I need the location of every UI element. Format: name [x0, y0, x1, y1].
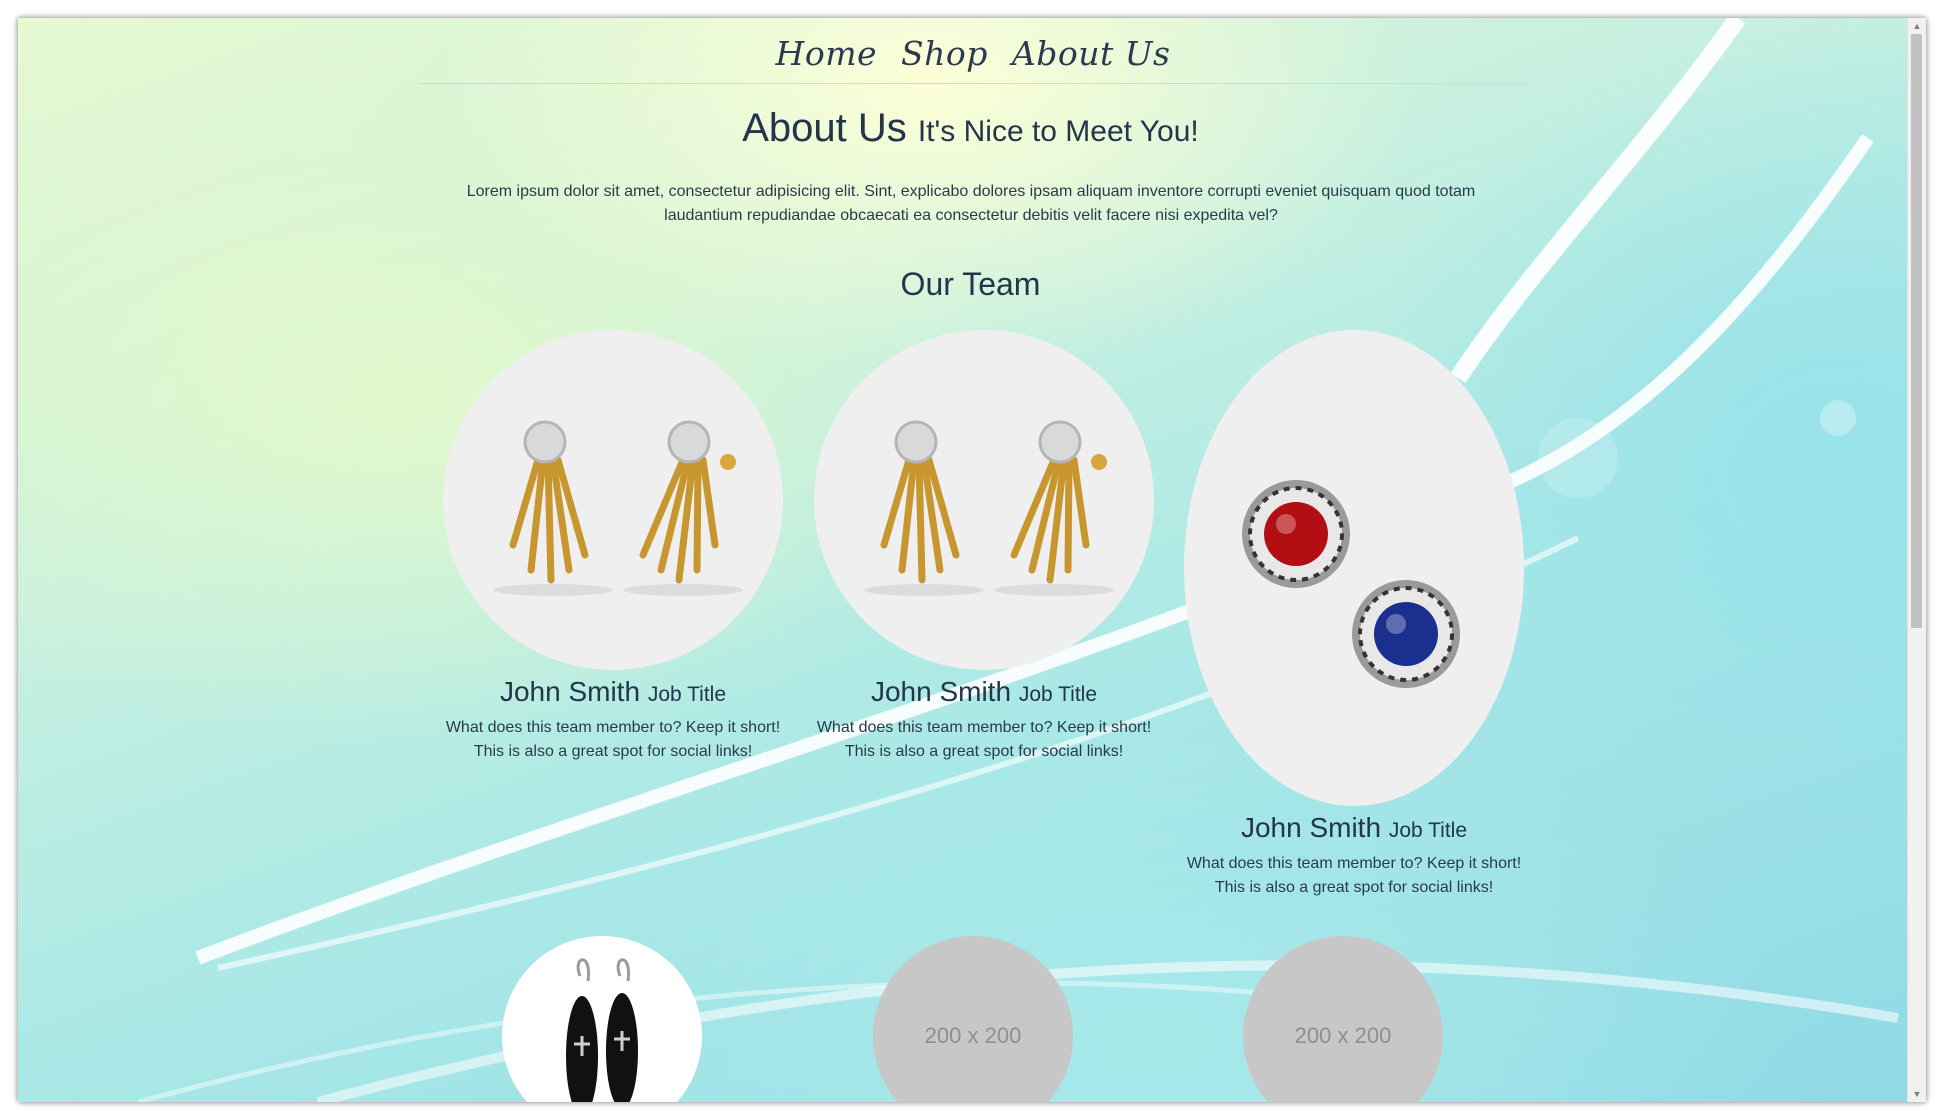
intro-paragraph: Lorem ipsum dolor sit amet, consectetur …	[466, 183, 1476, 224]
team-member-card: John Smith Job Title What does this team…	[804, 330, 1164, 764]
team-heading: Our Team	[900, 266, 1041, 302]
team-member-photo-gold-earrings	[814, 330, 1154, 670]
black-earrings-image	[566, 958, 638, 1102]
page-content: Home Shop About Us About Us It's Nice to…	[18, 18, 1908, 1102]
vertical-scrollbar[interactable]: ▲ ▼	[1907, 18, 1926, 1102]
top-navbar: Home Shop About Us	[418, 18, 1528, 84]
scroll-down-arrow-icon[interactable]: ▼	[1908, 1086, 1926, 1102]
gold-earrings-image	[864, 420, 1114, 596]
scroll-up-arrow-icon[interactable]: ▲	[1908, 18, 1926, 34]
team-member-description: What does this team member to? Keep it s…	[816, 719, 1152, 760]
browser-viewport: Home Shop About Us About Us It's Nice to…	[18, 18, 1926, 1102]
team-member-name: John Smith Job Title	[433, 676, 793, 708]
scrollbar-thumb[interactable]	[1911, 34, 1922, 628]
team-member-name: John Smith Job Title	[804, 676, 1164, 708]
member-job-title: Job Title	[1018, 683, 1098, 706]
team-thumb-black-earrings	[502, 936, 702, 1102]
nav-link-home[interactable]: Home	[776, 34, 877, 73]
member-name-text: John Smith	[1240, 812, 1382, 843]
team-member-photo-gold-earrings	[443, 330, 783, 670]
member-name-text: John Smith	[870, 676, 1012, 707]
team-member-name: John Smith Job Title	[1174, 812, 1534, 844]
member-name-text: John Smith	[499, 676, 641, 707]
member-job-title: Job Title	[1388, 819, 1468, 842]
page-title: About Us It's Nice to Meet You!	[18, 106, 1923, 151]
team-member-photo-gem-earrings	[1184, 330, 1524, 806]
nav-link-about-us[interactable]: About Us	[1012, 34, 1171, 73]
team-member-card: John Smith Job Title What does this team…	[433, 330, 793, 764]
team-thumb-placeholder: 200 x 200	[873, 936, 1073, 1102]
member-job-title: Job Title	[647, 683, 727, 706]
nav-link-shop[interactable]: Shop	[901, 34, 988, 73]
gem-earrings-image	[1242, 480, 1460, 688]
page-title-main: About Us	[742, 106, 907, 150]
page-title-subtitle: It's Nice to Meet You!	[917, 115, 1199, 148]
team-member-card: John Smith Job Title What does this team…	[1174, 330, 1534, 900]
gold-earrings-image	[493, 420, 743, 596]
team-member-description: What does this team member to? Keep it s…	[1186, 855, 1522, 896]
team-thumb-placeholder: 200 x 200	[1243, 936, 1443, 1102]
team-member-description: What does this team member to? Keep it s…	[445, 719, 781, 760]
